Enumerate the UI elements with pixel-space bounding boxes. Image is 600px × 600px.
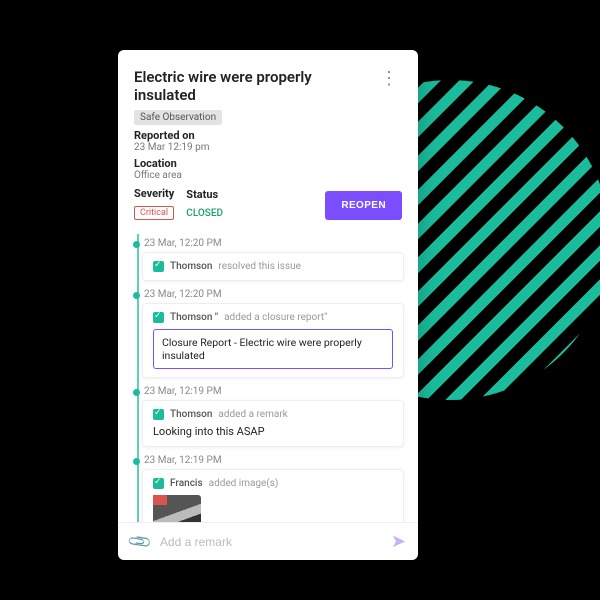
compose-bar: 📎 ➤ xyxy=(118,522,418,560)
scroll-area[interactable]: Electric wire were properly insulated ⋮ … xyxy=(118,50,418,522)
category-badge: Safe Observation xyxy=(134,110,222,125)
app-card: Electric wire were properly insulated ⋮ … xyxy=(118,50,418,560)
action-text: resolved this issue xyxy=(218,261,301,272)
event-timestamp: 23 Mar, 12:19 PM xyxy=(144,455,404,466)
actor-name: Thomson " xyxy=(170,312,218,323)
action-text: added image(s) xyxy=(209,478,279,489)
location-label: Location xyxy=(134,157,402,170)
check-icon xyxy=(153,409,164,420)
more-menu-icon[interactable]: ⋮ xyxy=(376,68,402,90)
event-timestamp: 23 Mar, 12:19 PM xyxy=(144,386,404,397)
timeline-card[interactable]: Thomson resolved this issue xyxy=(142,252,404,281)
actor-name: Francis xyxy=(170,478,203,489)
action-text: added a remark xyxy=(218,409,287,420)
severity-label: Severity xyxy=(134,187,174,200)
remark-input[interactable] xyxy=(160,535,381,549)
attach-icon[interactable]: 📎 xyxy=(126,528,153,555)
severity-value: Critical xyxy=(134,206,174,220)
remark-text: Looking into this ASAP xyxy=(153,425,393,438)
timeline-card[interactable]: Francis added image(s) xyxy=(142,469,404,522)
reported-on-value: 23 Mar 12:19 pm xyxy=(134,142,402,153)
timeline-card[interactable]: Thomson added a remark Looking into this… xyxy=(142,400,404,447)
reported-on-label: Reported on xyxy=(134,129,402,142)
check-icon xyxy=(153,478,164,489)
check-icon xyxy=(153,261,164,272)
check-icon xyxy=(153,312,164,323)
actor-name: Thomson xyxy=(170,409,212,420)
closure-report-attachment[interactable]: Closure Report - Electric wire were prop… xyxy=(153,329,393,369)
event-timestamp: 23 Mar, 12:20 PM xyxy=(144,289,404,300)
event-timestamp: 23 Mar, 12:20 PM xyxy=(144,238,404,249)
status-value: CLOSED xyxy=(186,208,223,219)
issue-title: Electric wire were properly insulated xyxy=(134,68,376,104)
image-thumbnail[interactable] xyxy=(153,495,201,522)
status-label: Status xyxy=(186,188,223,201)
action-text: added a closure report" xyxy=(224,312,327,323)
activity-timeline: 23 Mar, 12:20 PM Thomson resolved this i… xyxy=(124,228,412,522)
timeline-card[interactable]: Thomson " added a closure report" Closur… xyxy=(142,303,404,378)
location-value: Office area xyxy=(134,170,402,181)
reopen-button[interactable]: REOPEN xyxy=(325,191,402,220)
actor-name: Thomson xyxy=(170,261,212,272)
send-icon[interactable]: ➤ xyxy=(391,531,406,552)
